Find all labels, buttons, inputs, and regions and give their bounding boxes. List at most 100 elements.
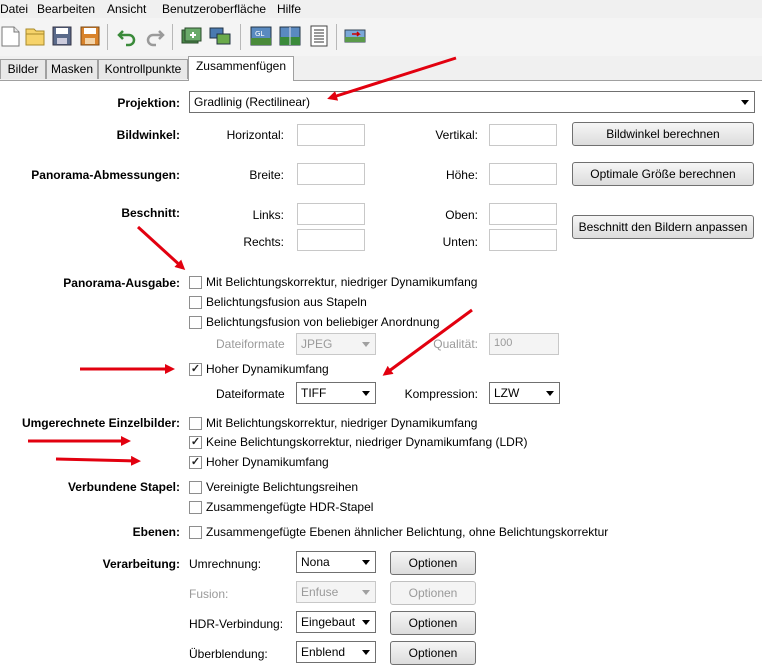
hdr-merge-label: HDR-Verbindung: — [189, 617, 284, 631]
checkbox-exposure-fusion-stacks[interactable] — [189, 296, 202, 309]
tab-kontrollpunkte[interactable]: Kontrollpunkte — [98, 59, 188, 79]
crop-label: Beschnitt: — [121, 206, 180, 220]
quality-label: Qualität: — [433, 337, 478, 351]
option-label: Hoher Dynamikumfang — [206, 362, 329, 376]
arrow-panorama-output — [136, 225, 186, 271]
height-input[interactable] — [489, 163, 557, 185]
hdr-format-value: TIFF — [301, 386, 327, 400]
checkbox-remapped-ldr-uncorrected[interactable]: ✓ — [189, 436, 202, 449]
checkbox-remapped-hdr[interactable]: ✓ — [189, 456, 202, 469]
open-project-icon[interactable] — [24, 25, 46, 47]
checkbox-layers[interactable] — [189, 526, 202, 539]
svg-text:GL: GL — [255, 30, 264, 38]
remapped-label: Umgerechnete Einzelbilder: — [21, 416, 180, 430]
hdr-format-label: Dateiformate — [216, 387, 285, 401]
fov-vertical-label: Vertikal: — [435, 128, 478, 142]
fusion-select[interactable]: Enfuse — [296, 581, 376, 603]
preview-gl-icon[interactable]: GL — [250, 25, 272, 47]
fov-label: Bildwinkel: — [116, 128, 180, 142]
hdr-merge-select[interactable]: Eingebaut — [296, 611, 376, 633]
fov-vertical-input[interactable] — [489, 124, 557, 146]
align-icon[interactable] — [209, 25, 231, 47]
save-icon[interactable] — [51, 25, 73, 47]
toolbar-separator — [336, 24, 337, 50]
batch-list-icon[interactable] — [308, 25, 330, 47]
fit-crop-button[interactable]: Beschnitt den Bildern anpassen — [572, 215, 754, 239]
quality-input[interactable]: 100 — [489, 333, 559, 355]
optimal-size-button[interactable]: Optimale Größe berechnen — [572, 162, 754, 186]
option-label: Belichtungsfusion aus Stapeln — [206, 295, 367, 309]
undo-icon[interactable] — [116, 25, 138, 47]
crop-left-label: Links: — [252, 208, 284, 222]
checkbox-fused-stacks[interactable] — [189, 481, 202, 494]
ldr-format-select[interactable]: JPEG — [296, 333, 376, 355]
checkbox-hdr-stacks[interactable] — [189, 501, 202, 514]
option-label: Hoher Dynamikumfang — [206, 455, 329, 469]
menu-datei[interactable]: Datei — [0, 2, 28, 16]
tab-masken[interactable]: Masken — [46, 59, 98, 79]
option-label: Mit Belichtungskorrektur, niedriger Dyna… — [206, 275, 478, 289]
size-label: Panorama-Abmessungen: — [31, 168, 180, 182]
remapper-label: Umrechnung: — [189, 557, 262, 571]
chevron-down-icon — [546, 391, 554, 396]
option-label: Vereinigte Belichtungsreihen — [206, 480, 359, 494]
fusion-options-button[interactable]: Optionen — [390, 581, 476, 605]
toolbar: GL — [0, 18, 762, 57]
arrow-remapped-hdr — [55, 455, 141, 466]
layers-label: Ebenen: — [132, 525, 180, 539]
height-label: Höhe: — [445, 168, 478, 182]
menu-hilfe[interactable]: Hilfe — [277, 2, 301, 16]
add-images-icon[interactable] — [181, 25, 203, 47]
chevron-down-icon — [741, 100, 749, 105]
crop-right-input[interactable] — [297, 229, 365, 251]
crop-left-input[interactable] — [297, 203, 365, 225]
checkbox-remapped-ldr-corrected[interactable] — [189, 417, 202, 430]
menu-bar: Datei Bearbeiten Ansicht Benutzeroberflä… — [0, 0, 762, 19]
option-label: Zusammengefügte HDR-Stapel — [206, 500, 374, 514]
crop-top-input[interactable] — [489, 203, 557, 225]
crop-bottom-input[interactable] — [489, 229, 557, 251]
tab-zusammenfuegen[interactable]: Zusammenfügen — [188, 56, 294, 81]
menu-ansicht[interactable]: Ansicht — [107, 2, 146, 16]
crop-top-label: Oben: — [445, 208, 478, 222]
preview-icon[interactable] — [279, 25, 301, 47]
hdr-merge-options-button[interactable]: Optionen — [390, 611, 476, 635]
tab-bilder[interactable]: Bilder — [0, 59, 46, 79]
blender-select[interactable]: Enblend — [296, 641, 376, 663]
blender-label: Überblendung: — [189, 647, 268, 661]
width-input[interactable] — [297, 163, 365, 185]
stitch-icon[interactable] — [344, 25, 366, 47]
width-label: Breite: — [249, 168, 284, 182]
projection-select[interactable]: Gradlinig (Rectilinear) — [189, 91, 755, 113]
projection-value: Gradlinig (Rectilinear) — [194, 95, 311, 109]
fov-horizontal-input[interactable] — [297, 124, 365, 146]
chevron-down-icon — [362, 650, 370, 655]
ldr-format-value: JPEG — [301, 337, 333, 351]
menu-bearbeiten[interactable]: Bearbeiten — [37, 2, 95, 16]
chevron-down-icon — [362, 391, 370, 396]
calculate-fov-button[interactable]: Bildwinkel berechnen — [572, 122, 754, 146]
redo-icon[interactable] — [144, 25, 166, 47]
compression-value: LZW — [494, 386, 520, 400]
new-project-icon[interactable] — [0, 25, 22, 47]
option-label: Belichtungsfusion von beliebiger Anordnu… — [206, 315, 440, 329]
remapper-options-button[interactable]: Optionen — [390, 551, 476, 575]
remapper-value: Nona — [301, 555, 330, 569]
option-label: Mit Belichtungskorrektur, niedriger Dyna… — [206, 416, 478, 430]
menu-benutzeroberflaeche[interactable]: Benutzeroberfläche — [162, 2, 266, 16]
tab-strip: Bilder Masken Kontrollpunkte Zusammenfüg… — [0, 56, 762, 81]
checkbox-ldr-exposure-corrected[interactable] — [189, 276, 202, 289]
checkbox-exposure-fusion-any[interactable] — [189, 316, 202, 329]
chevron-down-icon — [362, 560, 370, 565]
remapper-select[interactable]: Nona — [296, 551, 376, 573]
compression-select[interactable]: LZW — [489, 382, 560, 404]
toolbar-separator — [240, 24, 241, 50]
save-as-icon[interactable] — [79, 25, 101, 47]
crop-right-label: Rechts: — [243, 235, 284, 249]
checkbox-hdr-panorama[interactable]: ✓ — [189, 363, 202, 376]
chevron-down-icon — [362, 620, 370, 625]
blender-options-button[interactable]: Optionen — [390, 641, 476, 665]
hdr-format-select[interactable]: TIFF — [296, 382, 376, 404]
option-label: Keine Belichtungskorrektur, niedriger Dy… — [206, 435, 528, 449]
chevron-down-icon — [362, 590, 370, 595]
